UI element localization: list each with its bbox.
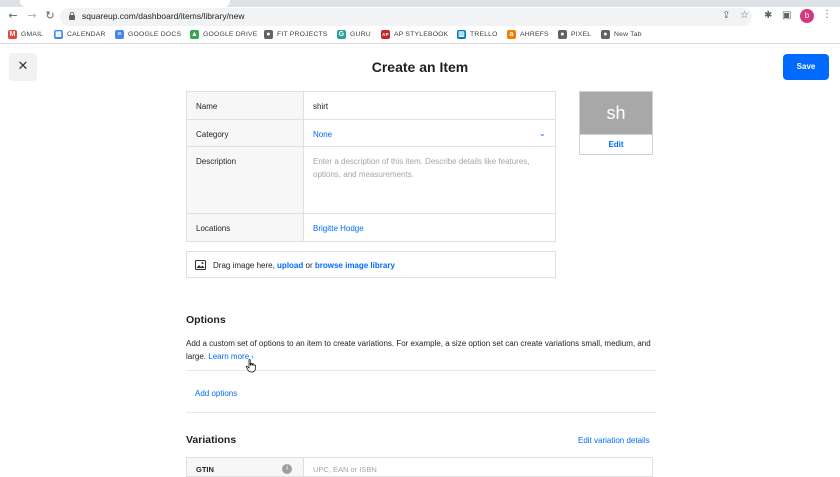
chevron-down-icon[interactable]: ⌄	[539, 129, 546, 138]
dropzone-or: or	[305, 261, 313, 270]
bookmark-label: AP STYLEBOOK	[394, 31, 449, 38]
description-textarea[interactable]: Enter a description of this item. Descri…	[313, 155, 549, 181]
category-label: Category	[187, 120, 304, 146]
learn-more-label: Learn more	[208, 352, 250, 361]
save-button[interactable]: Save	[783, 54, 829, 80]
item-details-form: Name shirt Category None ⌄ Description E…	[186, 91, 556, 242]
thumbnail-edit-button[interactable]: Edit	[580, 134, 652, 154]
description-row: Description Enter a description of this …	[187, 147, 555, 214]
hand-pointer-icon	[245, 359, 256, 373]
bookmark-item[interactable]: ● PIXEL	[558, 30, 591, 39]
name-row: Name shirt	[187, 92, 555, 120]
lock-icon	[69, 12, 75, 20]
sidepanel-icon[interactable]: ▣	[782, 10, 791, 22]
extensions-icon[interactable]: ✱	[764, 10, 772, 22]
share-icon[interactable]: ⇪	[722, 10, 730, 22]
item-thumbnail: sh Edit	[579, 91, 653, 155]
address-bar: ← → ↻ squareup.com/dashboard/items/libra…	[0, 7, 840, 27]
bookmark-item[interactable]: ≡ GOOGLE DOCS	[115, 30, 181, 39]
bookmark-item[interactable]: ▦ CALENDAR	[54, 30, 106, 39]
trello-icon: ▥	[457, 30, 466, 39]
bookmarks-bar: M GMAIL ▦ CALENDAR ≡ GOOGLE DOCS ▲ GOOGLE DRIVE…	[0, 27, 840, 44]
category-row[interactable]: Category None ⌄	[187, 120, 555, 147]
bookmark-label: TRELLO	[470, 31, 498, 38]
docs-icon: ≡	[115, 30, 124, 39]
forward-icon[interactable]: →	[25, 9, 39, 23]
bookmark-label: New Tab	[614, 31, 642, 38]
bookmark-item[interactable]: ▲ GOOGLE DRIVE	[190, 30, 258, 39]
options-description-text: Add a custom set of options to an item t…	[186, 339, 651, 361]
bookmark-label: FIT PROJECTS	[277, 31, 328, 38]
options-divider-bottom	[186, 412, 656, 413]
locations-link[interactable]: Brigitte Hodge	[313, 224, 364, 233]
locations-row[interactable]: Locations Brigitte Hodge	[187, 214, 555, 241]
globe-icon: ●	[601, 30, 610, 39]
omnibox[interactable]: squareup.com/dashboard/items/library/new	[60, 8, 752, 26]
menu-kebab-icon[interactable]: ⋮	[822, 9, 832, 20]
bookmark-item[interactable]: M GMAIL	[8, 30, 43, 39]
bookmark-label: GOOGLE DRIVE	[203, 31, 258, 38]
bookmark-item[interactable]: G GURU	[337, 30, 371, 39]
tab-strip	[0, 0, 840, 7]
bookmark-label: GMAIL	[21, 31, 44, 38]
profile-avatar[interactable]: b	[800, 9, 814, 23]
calendar-icon: ▦	[54, 30, 63, 39]
add-options-button[interactable]: Add options	[195, 389, 237, 398]
options-heading: Options	[186, 314, 226, 326]
ap-icon: AP	[381, 30, 390, 39]
description-label: Description	[187, 147, 304, 213]
thumbnail-initials: sh	[580, 92, 652, 134]
bookmark-label: GOOGLE DOCS	[128, 31, 182, 38]
edit-variation-details-link[interactable]: Edit variation details	[578, 436, 650, 445]
back-icon[interactable]: ←	[6, 9, 20, 23]
variations-heading: Variations	[186, 434, 237, 446]
url-text: squareup.com/dashboard/items/library/new	[82, 11, 245, 21]
dropzone-text: Drag image here,	[213, 261, 275, 270]
bookmark-item[interactable]: a AHREFS	[507, 30, 549, 39]
bookmark-star-icon[interactable]: ☆	[740, 10, 749, 22]
image-dropzone[interactable]: Drag image here, upload or browse image …	[186, 251, 556, 278]
active-tab[interactable]	[20, 0, 230, 7]
bookmark-item[interactable]: ● New Tab	[601, 30, 642, 39]
page-title: Create an Item	[371, 59, 469, 75]
gmail-icon: M	[8, 30, 17, 39]
bookmark-item[interactable]: ● FIT PROJECTS	[264, 30, 328, 39]
bookmark-label: CALENDAR	[67, 31, 106, 38]
image-icon	[195, 260, 206, 270]
upload-link[interactable]: upload	[277, 261, 303, 270]
ahrefs-icon: a	[507, 30, 516, 39]
bookmark-item[interactable]: AP AP STYLEBOOK	[381, 30, 448, 39]
bookmark-label: AHREFS	[520, 31, 549, 38]
bookmark-item[interactable]: ▥ TRELLO	[457, 30, 498, 39]
guru-icon: G	[337, 30, 346, 39]
locations-label: Locations	[187, 214, 304, 241]
globe-icon: ●	[558, 30, 567, 39]
name-input[interactable]: shirt	[313, 102, 328, 111]
browse-library-link[interactable]: browse image library	[315, 261, 395, 270]
modal-header: ✕ Create an Item Save	[0, 45, 840, 90]
bookmark-label: PIXEL	[571, 31, 592, 38]
bookmark-label: GURU	[350, 31, 371, 38]
name-label: Name	[187, 92, 304, 119]
reload-icon[interactable]: ↻	[43, 9, 57, 23]
gtin-row: GTIN i UPC, EAN or ISBN	[186, 457, 653, 477]
drive-icon: ▲	[190, 30, 199, 39]
globe-icon: ●	[264, 30, 273, 39]
category-select[interactable]: None	[313, 130, 332, 139]
